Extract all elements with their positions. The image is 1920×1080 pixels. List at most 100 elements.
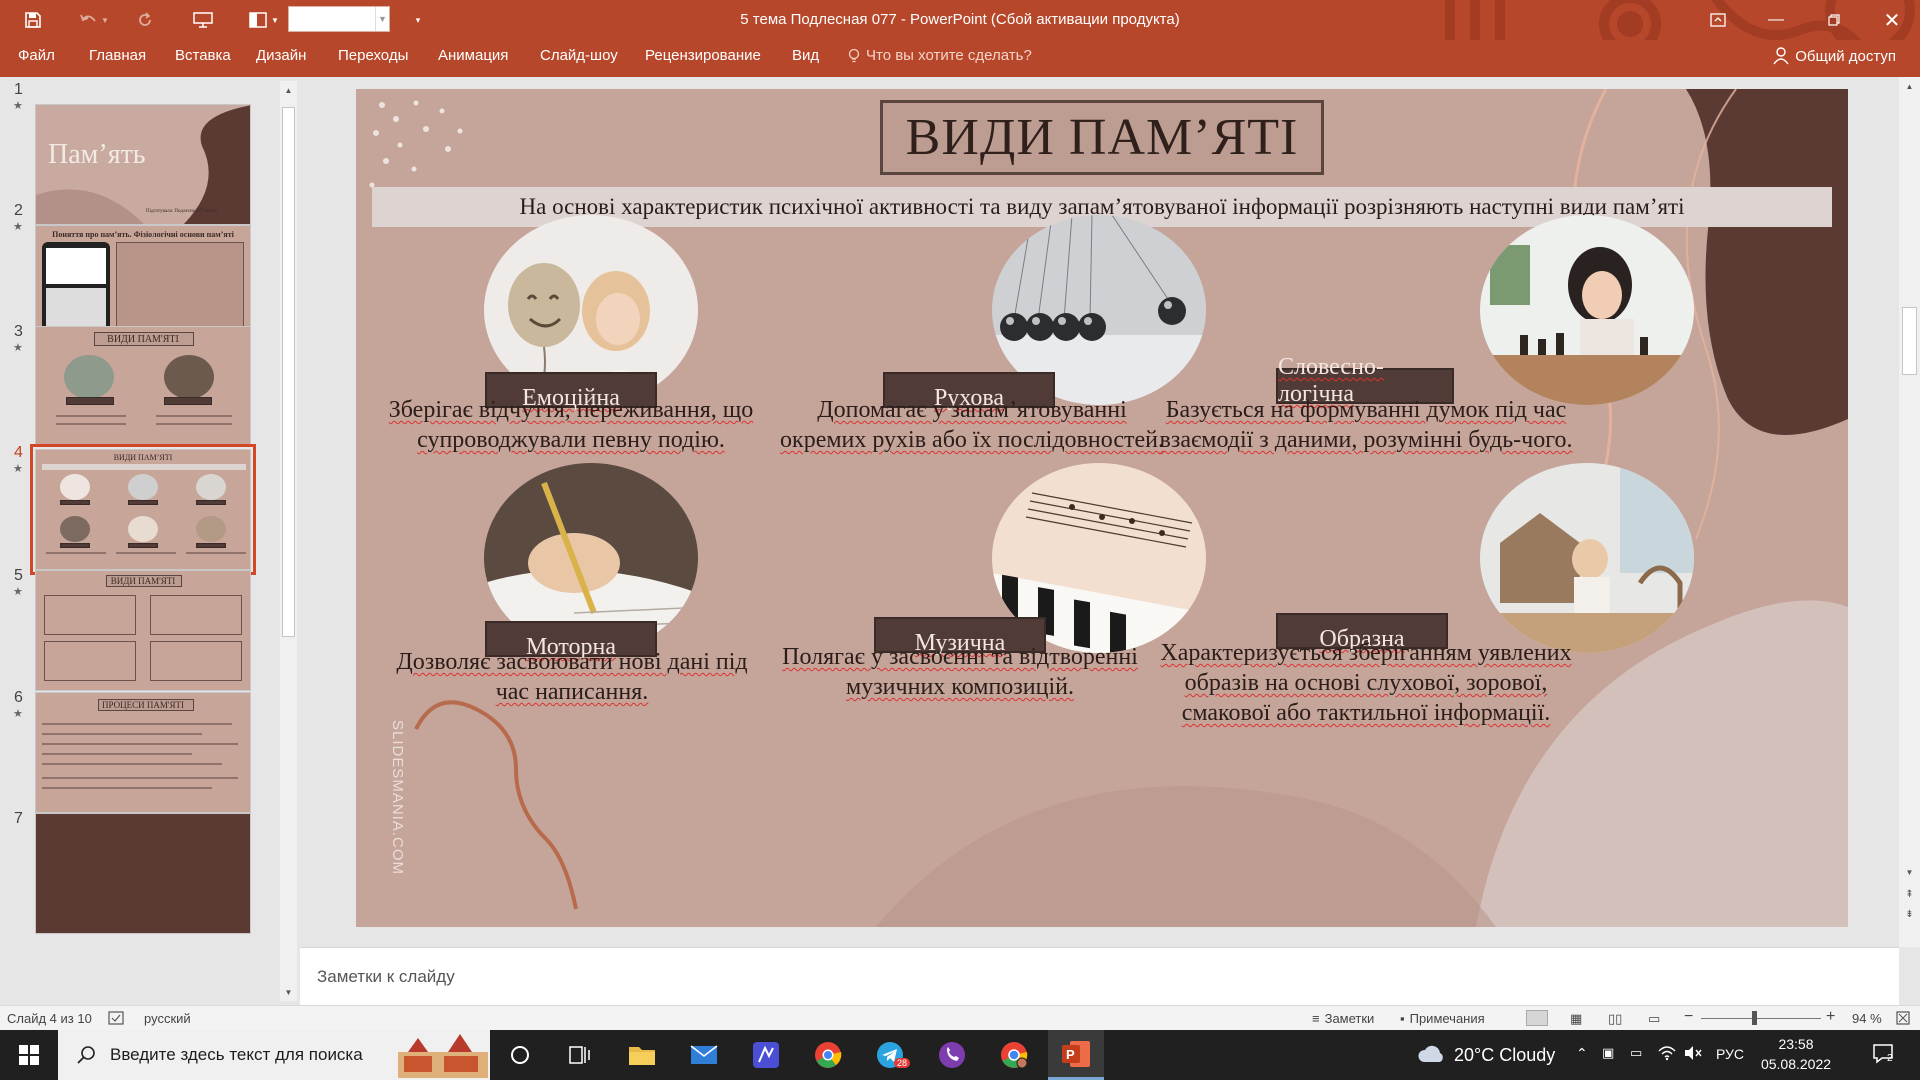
tell-me-search[interactable]: Что вы хотите сделать? [848,47,1032,64]
notes-pane[interactable]: Заметки к слайду [300,947,1899,1005]
desc-motion[interactable]: Допомагає у запам’ятовуванні окремих рух… [764,395,1180,455]
clock-time[interactable]: 23:58 [1756,1036,1836,1052]
tab-transitions[interactable]: Переходы [338,47,408,64]
chrome-icon[interactable] [800,1030,856,1080]
thumbnail-text-block [44,595,136,635]
taskbar-search-box[interactable]: Введите здесь текст для поиска [58,1030,490,1080]
figurative-memory-image[interactable] [1480,463,1694,653]
vscode-like-app-icon[interactable] [738,1030,794,1080]
thumbnail-text-line [56,423,126,425]
scrollbar-thumb[interactable] [1902,307,1917,375]
slide-thumbnail-5[interactable]: ВИДИ ПАМ'ЯТІ [35,570,251,691]
slide-title-box[interactable]: ВИДИ ПАМ’ЯТІ [880,100,1324,175]
zoom-level[interactable]: 94 % [1852,1011,1882,1026]
animation-star-icon: ★ [13,463,23,475]
thumbnail-text-line [46,552,106,554]
volume-muted-icon[interactable] [1684,1045,1702,1064]
fit-to-window-icon[interactable] [1896,1011,1910,1025]
wifi-icon[interactable] [1658,1045,1676,1064]
thumbnail-text-line [42,723,232,725]
cortana-icon[interactable] [492,1030,548,1080]
language-indicator[interactable]: русский [144,1011,191,1026]
spell-check-icon[interactable] [108,1011,124,1025]
thumbnail-scrollbar[interactable]: ▲ ▼ [280,81,297,1001]
thumbnail-text-line [42,787,212,789]
clock-date[interactable]: 05.08.2022 [1756,1056,1836,1072]
desc-figurative[interactable]: Характеризується зберіганням уявлених об… [1156,638,1576,728]
thumbnail-image [196,516,226,542]
animation-star-icon: ★ [13,221,23,233]
zoom-slider-thumb[interactable] [1752,1011,1757,1025]
tab-file[interactable]: Файл [18,47,55,64]
zoom-in-icon[interactable]: + [1826,1008,1835,1026]
desc-motor[interactable]: Дозволяє засвоювати нові дані під час на… [372,647,772,707]
share-button[interactable]: Общий доступ [1773,47,1896,65]
slide-canvas[interactable]: ВИДИ ПАМ’ЯТІ На основі характеристик пси… [356,89,1848,927]
slide-sorter-icon[interactable]: ▦ [1570,1011,1582,1027]
task-view-icon[interactable] [552,1030,608,1080]
input-language[interactable]: РУС [1716,1046,1744,1062]
slide-thumbnail-6[interactable]: ПРОЦЕСИ ПАМ'ЯТІ [35,692,251,813]
chrome-profile-icon[interactable] [986,1030,1042,1080]
desc-emotional[interactable]: Зберігає відчуття, переживання, що супро… [368,395,774,455]
scroll-down-icon[interactable]: ▼ [280,983,297,1001]
verbal-logical-memory-image[interactable] [1480,215,1694,405]
thumbnail-text-line [42,753,192,755]
zoom-slider[interactable] [1701,1018,1821,1019]
thumbnail-label [164,397,212,405]
notes-toggle-button[interactable]: ≡ Заметки [1312,1011,1374,1026]
slide-thumbnail-4[interactable]: ВИДИ ПАМ’ЯТІ [30,444,256,575]
girl-chess-illustration [1480,215,1694,405]
thumbnail-subtitle-bar [42,464,246,470]
normal-view-icon[interactable] [1526,1010,1548,1026]
device-icon[interactable]: ▣ [1602,1045,1614,1061]
slide-thumbnail-3[interactable]: ВИДИ ПАМ'ЯТІ [35,326,251,447]
mail-icon[interactable] [676,1030,732,1080]
thumbnail-image [64,355,114,399]
weather-cloud-icon[interactable] [1416,1044,1446,1067]
powerpoint-icon[interactable]: P [1048,1030,1104,1080]
scroll-down-icon[interactable]: ▼ [1901,863,1918,881]
close-icon[interactable]: ✕ [1864,0,1920,40]
scroll-up-icon[interactable]: ▲ [1901,77,1918,95]
restore-icon[interactable] [1806,0,1862,40]
next-slide-icon[interactable]: ⇟ [1901,905,1918,923]
search-highlight-illustration [398,1034,488,1078]
animation-star-icon: ★ [13,708,23,720]
scroll-up-icon[interactable]: ▲ [280,81,297,99]
slide-vertical-scrollbar[interactable]: ▲ ▼ ⇞ ⇟ [1899,77,1920,947]
telegram-icon[interactable]: 28 [862,1030,918,1080]
reading-view-icon[interactable]: ▯▯ [1608,1011,1622,1027]
battery-icon[interactable]: ▭ [1630,1045,1642,1061]
thumbnail-number: 6 [14,689,23,706]
comment-icon: ▪ [1400,1011,1405,1026]
slideshow-view-icon[interactable]: ▭ [1648,1011,1660,1027]
tab-home[interactable]: Главная [89,47,146,64]
thumbnail-number: 4 [14,444,23,461]
show-hidden-icons-icon[interactable]: ⌃ [1576,1045,1588,1062]
slide-thumbnail-7[interactable] [35,813,251,934]
previous-slide-icon[interactable]: ⇞ [1901,885,1918,903]
tab-design[interactable]: Дизайн [256,47,306,64]
tab-slideshow[interactable]: Слайд-шоу [540,47,618,64]
thumbnail-image [128,516,158,542]
weather-text[interactable]: 20°C Cloudy [1454,1045,1555,1066]
tab-view[interactable]: Вид [792,47,819,64]
zoom-out-icon[interactable]: − [1684,1008,1693,1026]
windows-start-icon[interactable] [0,1030,58,1080]
ribbon-display-options-icon[interactable] [1690,0,1746,40]
tab-review[interactable]: Рецензирование [645,47,761,64]
viber-icon[interactable] [924,1030,980,1080]
comments-toggle-button[interactable]: ▪ Примечания [1400,1011,1485,1026]
tab-animations[interactable]: Анимация [438,47,508,64]
workspace: 1 ★ Пам’ять Підготувала: Подлесна 077 гр… [0,77,1920,1005]
tab-insert[interactable]: Вставка [175,47,231,64]
slide-thumbnail-1[interactable]: Пам’ять Підготувала: Подлесна 077 група [35,104,251,225]
search-icon [77,1046,95,1064]
file-explorer-icon[interactable] [614,1030,670,1080]
desc-verbal-logical[interactable]: Базується на формуванні думок під час вз… [1156,395,1576,455]
notification-center-icon[interactable]: 2 [1872,1042,1896,1069]
desc-musical[interactable]: Полягає у засвоєнні та відтворенні музич… [760,642,1160,702]
scrollbar-thumb[interactable] [282,107,295,637]
minimize-icon[interactable]: — [1748,0,1804,40]
